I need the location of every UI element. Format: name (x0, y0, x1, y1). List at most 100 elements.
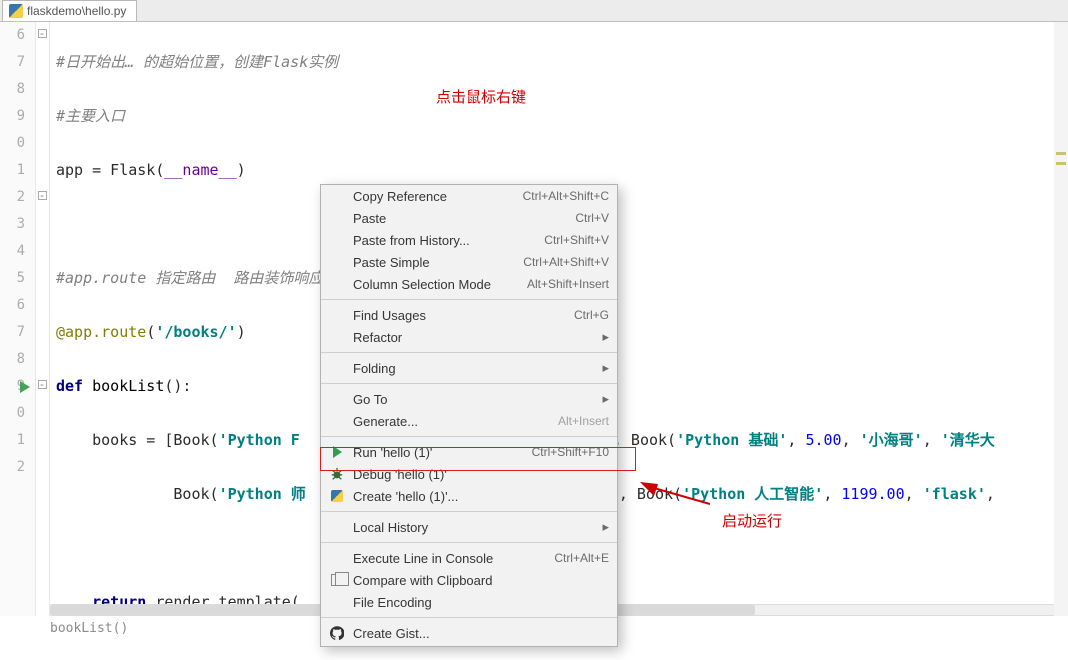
menu-generate[interactable]: Generate... Alt+Insert (321, 410, 617, 432)
code-text: ) (237, 161, 246, 179)
menu-label: Refactor (353, 330, 602, 345)
run-gutter-icon[interactable] (20, 381, 30, 393)
code-text: , (923, 431, 941, 449)
menu-label: Debug 'hello (1)' (353, 467, 609, 482)
fold-toggle-icon[interactable] (38, 191, 47, 200)
code-text: , (787, 431, 805, 449)
menu-label: Execute Line in Console (353, 551, 554, 566)
menu-shortcut: Ctrl+Shift+F10 (532, 445, 609, 459)
line-number: 7 (0, 49, 35, 76)
tab-bar: flaskdemo\hello.py (0, 0, 1068, 22)
menu-execute-line-console[interactable]: Execute Line in Console Ctrl+Alt+E (321, 547, 617, 569)
code-text: , (823, 485, 841, 503)
menu-shortcut: Alt+Insert (558, 414, 609, 428)
code-string: 'Python 师 (219, 485, 306, 503)
code-text: __name__ (164, 161, 236, 179)
menu-file-encoding[interactable]: File Encoding (321, 591, 617, 613)
annotation-arrow-icon (640, 482, 710, 508)
line-number: 3 (0, 211, 35, 238)
fold-toggle-icon[interactable] (38, 29, 47, 38)
line-number: 1 (0, 427, 35, 454)
submenu-arrow-icon: ▸ (602, 519, 609, 535)
code-text: ) (237, 323, 246, 341)
code-decorator: @app.route (56, 323, 146, 341)
menu-column-selection-mode[interactable]: Column Selection Mode Alt+Shift+Insert (321, 273, 617, 295)
menu-separator (321, 352, 617, 353)
context-menu: Copy Reference Ctrl+Alt+Shift+C Paste Ct… (320, 184, 618, 647)
menu-label: Copy Reference (353, 189, 523, 204)
menu-find-usages[interactable]: Find Usages Ctrl+G (321, 304, 617, 326)
menu-debug[interactable]: Debug 'hello (1)' (321, 463, 617, 485)
annotation-bottom: 启动运行 (722, 510, 782, 531)
menu-label: Find Usages (353, 308, 574, 323)
menu-shortcut: Ctrl+V (575, 211, 609, 225)
submenu-arrow-icon: ▸ (602, 360, 609, 376)
line-number: 0 (0, 130, 35, 157)
menu-run[interactable]: Run 'hello (1)' Ctrl+Shift+F10 (321, 441, 617, 463)
annotation-top: 点击鼠标右键 (436, 86, 526, 107)
line-number: 4 (0, 238, 35, 265)
menu-label: Create 'hello (1)'... (353, 489, 609, 504)
menu-label: Go To (353, 392, 602, 407)
breadcrumb-item[interactable]: bookList() (50, 621, 128, 636)
line-number: 7 (0, 319, 35, 346)
code-number: 1199.00 (841, 485, 904, 503)
menu-shortcut: Ctrl+Alt+Shift+C (523, 189, 609, 203)
code-text: app = Flask( (56, 161, 164, 179)
menu-copy-reference[interactable]: Copy Reference Ctrl+Alt+Shift+C (321, 185, 617, 207)
menu-paste-simple[interactable]: Paste Simple Ctrl+Alt+Shift+V (321, 251, 617, 273)
breadcrumb[interactable]: bookList() (50, 617, 128, 639)
file-tab[interactable]: flaskdemo\hello.py (2, 0, 137, 21)
file-tab-label: flaskdemo\hello.py (27, 4, 126, 18)
menu-refactor[interactable]: Refactor ▸ (321, 326, 617, 348)
menu-label: Compare with Clipboard (353, 573, 609, 588)
line-number: 0 (0, 400, 35, 427)
menu-shortcut: Ctrl+G (574, 308, 609, 322)
line-number: 2 (0, 184, 35, 211)
line-number: 2 (0, 454, 35, 481)
menu-paste[interactable]: Paste Ctrl+V (321, 207, 617, 229)
menu-shortcut: Ctrl+Alt+Shift+V (523, 255, 609, 269)
code-number: 5.00 (805, 431, 841, 449)
line-number: 6 (0, 22, 35, 49)
code-comment: #日开始出… 的超始位置，创建Flask实例 (56, 53, 338, 71)
menu-separator (321, 383, 617, 384)
menu-compare-clipboard[interactable]: Compare with Clipboard (321, 569, 617, 591)
code-string: '清华大 (941, 431, 995, 449)
menu-label: Paste (353, 211, 575, 226)
menu-paste-from-history[interactable]: Paste from History... Ctrl+Shift+V (321, 229, 617, 251)
menu-label: File Encoding (353, 595, 609, 610)
marker-warning-icon[interactable] (1056, 152, 1066, 155)
line-number: 5 (0, 265, 35, 292)
menu-label: Paste Simple (353, 255, 523, 270)
python-file-icon (9, 4, 23, 18)
menu-create-run-config[interactable]: Create 'hello (1)'... (321, 485, 617, 507)
code-text: (): (164, 377, 191, 395)
code-comment: #主要入口 (56, 107, 125, 125)
code-string: '小海哥' (860, 431, 923, 449)
menu-shortcut: Alt+Shift+Insert (527, 277, 609, 291)
menu-label: Run 'hello (1)' (353, 445, 532, 460)
menu-folding[interactable]: Folding ▸ (321, 357, 617, 379)
compare-icon (329, 572, 345, 588)
code-string: 'flask' (923, 485, 986, 503)
play-icon (329, 444, 345, 460)
code-string: 'Python F (219, 431, 300, 449)
marker-strip[interactable] (1054, 22, 1068, 616)
fold-toggle-icon[interactable] (38, 380, 47, 389)
menu-separator (321, 617, 617, 618)
menu-label: Paste from History... (353, 233, 544, 248)
marker-warning-icon[interactable] (1056, 162, 1066, 165)
menu-go-to[interactable]: Go To ▸ (321, 388, 617, 410)
line-number: 8 (0, 346, 35, 373)
menu-label: Column Selection Mode (353, 277, 527, 292)
menu-shortcut: Ctrl+Alt+E (554, 551, 609, 565)
code-text: Book( (56, 485, 219, 503)
menu-separator (321, 511, 617, 512)
line-number: 9 (0, 103, 35, 130)
line-number-gutter: 6 7 8 9 0 1 2 3 4 5 6 7 8 9 0 1 2 (0, 22, 36, 616)
menu-create-gist[interactable]: Create Gist... (321, 622, 617, 644)
menu-local-history[interactable]: Local History ▸ (321, 516, 617, 538)
code-text: , (842, 431, 860, 449)
code-text: books = [Book( (56, 431, 219, 449)
